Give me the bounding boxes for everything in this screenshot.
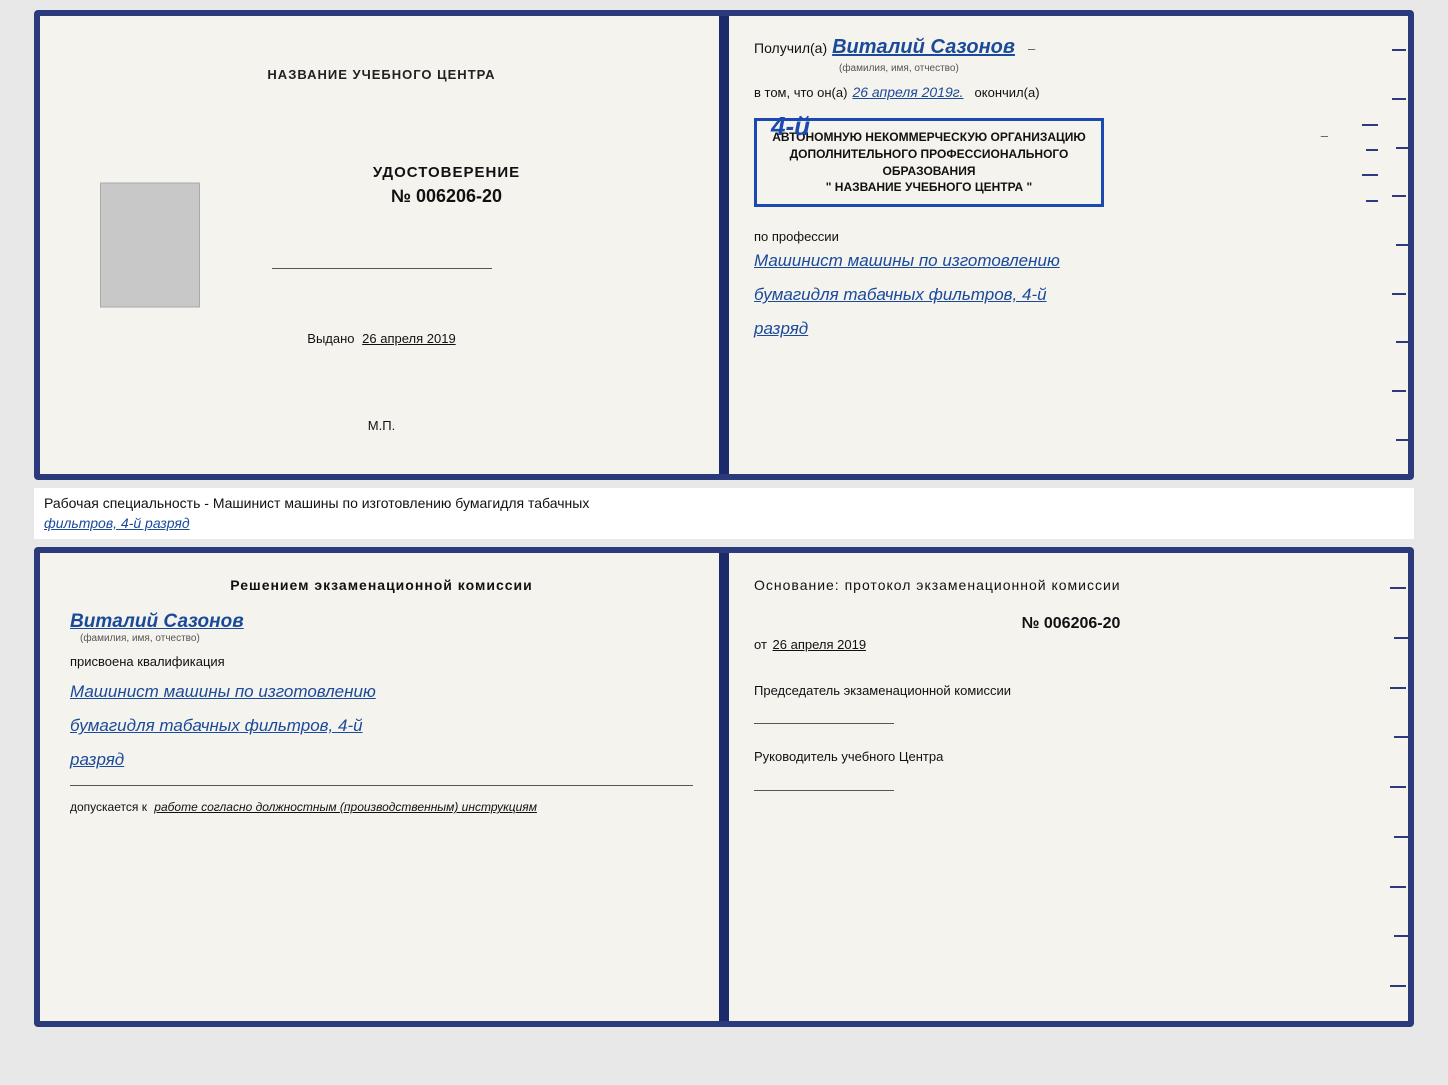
chairman-sig-line	[754, 704, 894, 724]
profession-label: по профессии	[754, 229, 1388, 244]
cert-date: 26 апреля 2019г.	[852, 84, 963, 100]
issued-date: 26 апреля 2019	[362, 331, 456, 346]
bottom-document: Решением экзаменационной комиссии Витали…	[34, 547, 1414, 1027]
head-label: Руководитель учебного Центра	[754, 748, 1388, 766]
top-left-page: НАЗВАНИЕ УЧЕБНОГО ЦЕНТРА УДОСТОВЕРЕНИЕ №…	[40, 16, 724, 474]
middle-strip: Рабочая специальность - Машинист машины …	[34, 488, 1414, 539]
stamp-line2: ДОПОЛНИТЕЛЬНОГО ПРОФЕССИОНАЛЬНОГО ОБРАЗО…	[771, 146, 1087, 180]
protocol-date: от 26 апреля 2019	[754, 637, 1388, 652]
spine-top	[719, 16, 729, 474]
chairman-label: Председатель экзаменационной комиссии	[754, 682, 1388, 700]
training-center-title: НАЗВАНИЕ УЧЕБНОГО ЦЕНТРА	[267, 67, 495, 82]
stamp-area: 4-й АВТОНОМНУЮ НЕКОММЕРЧЕСКУЮ ОРГАНИЗАЦИ…	[754, 108, 1388, 217]
protocol-number: № 006206-20	[754, 615, 1388, 633]
right-edge-decoration	[1390, 16, 1408, 474]
bottom-left-page: Решением экзаменационной комиссии Витали…	[40, 553, 724, 1021]
bottom-recipient-name: Виталий Сазонов	[70, 611, 693, 633]
head-block: Руководитель учебного Центра	[754, 748, 1388, 802]
issued-label: Выдано	[307, 331, 354, 346]
profession-line3: разряд	[754, 312, 1388, 346]
qual-line2: бумагидля табачных фильтров, 4-й	[70, 709, 693, 743]
strip-text2: фильтров, 4-й разряд	[44, 515, 190, 531]
photo-placeholder	[100, 183, 200, 308]
chairman-block: Председатель экзаменационной комиссии	[754, 682, 1388, 736]
stamp-line3: " НАЗВАНИЕ УЧЕБНОГО ЦЕНТРА "	[771, 179, 1087, 196]
cert-number: № 006206-20	[391, 186, 502, 207]
bottom-right-decoration	[1388, 553, 1408, 1021]
basis-title: Основание: протокол экзаменационной коми…	[754, 577, 1388, 593]
decision-title: Решением экзаменационной комиссии	[70, 577, 693, 593]
protocol-date-value: 26 апреля 2019	[773, 637, 867, 652]
bottom-recipient-subtext: (фамилия, имя, отчество)	[80, 633, 693, 644]
stamp-line1: АВТОНОМНУЮ НЕКОММЕРЧЕСКУЮ ОРГАНИЗАЦИЮ	[771, 129, 1087, 146]
head-sig-line	[754, 771, 894, 791]
stamp-number: 4-й	[771, 111, 810, 142]
admitted-value: работе согласно должностным (производств…	[154, 800, 537, 814]
finished-label: окончил(а)	[975, 85, 1040, 100]
stamp-box: 4-й АВТОНОМНУЮ НЕКОММЕРЧЕСКУЮ ОРГАНИЗАЦИ…	[754, 118, 1104, 207]
tom-line: в том, что он(а) 26 апреля 2019г. окончи…	[754, 84, 1388, 100]
admitted-text: допускается к работе согласно должностны…	[70, 800, 693, 814]
profession-line2: бумагидля табачных фильтров, 4-й	[754, 278, 1388, 312]
qual-line1: Машинист машины по изготовлению	[70, 675, 693, 709]
profession-line1: Машинист машины по изготовлению	[754, 244, 1388, 278]
assigned-label: присвоена квалификация	[70, 654, 693, 669]
recipient-name: Виталий Сазонов	[832, 36, 1015, 59]
qual-line3: разряд	[70, 743, 693, 777]
tom-label: в том, что он(а)	[754, 85, 847, 100]
from-label: от	[754, 637, 767, 652]
issued-line: Выдано 26 апреля 2019	[307, 331, 455, 346]
admitted-label: допускается к	[70, 800, 147, 814]
bottom-right-page: Основание: протокол экзаменационной коми…	[724, 553, 1408, 1021]
mp-label: М.П.	[368, 418, 395, 433]
spine-bottom	[719, 553, 729, 1021]
top-document: НАЗВАНИЕ УЧЕБНОГО ЦЕНТРА УДОСТОВЕРЕНИЕ №…	[34, 10, 1414, 480]
received-label: Получил(а)	[754, 40, 827, 56]
recipient-subtext: (фамилия, имя, отчество)	[839, 63, 1388, 74]
cert-label: УДОСТОВЕРЕНИЕ	[373, 164, 520, 181]
strip-text1: Рабочая специальность - Машинист машины …	[44, 495, 589, 511]
recipient-line: Получил(а) Виталий Сазонов –	[754, 36, 1388, 59]
dash-right: –	[1321, 128, 1328, 143]
top-right-page: Получил(а) Виталий Сазонов – (фамилия, и…	[724, 16, 1408, 474]
